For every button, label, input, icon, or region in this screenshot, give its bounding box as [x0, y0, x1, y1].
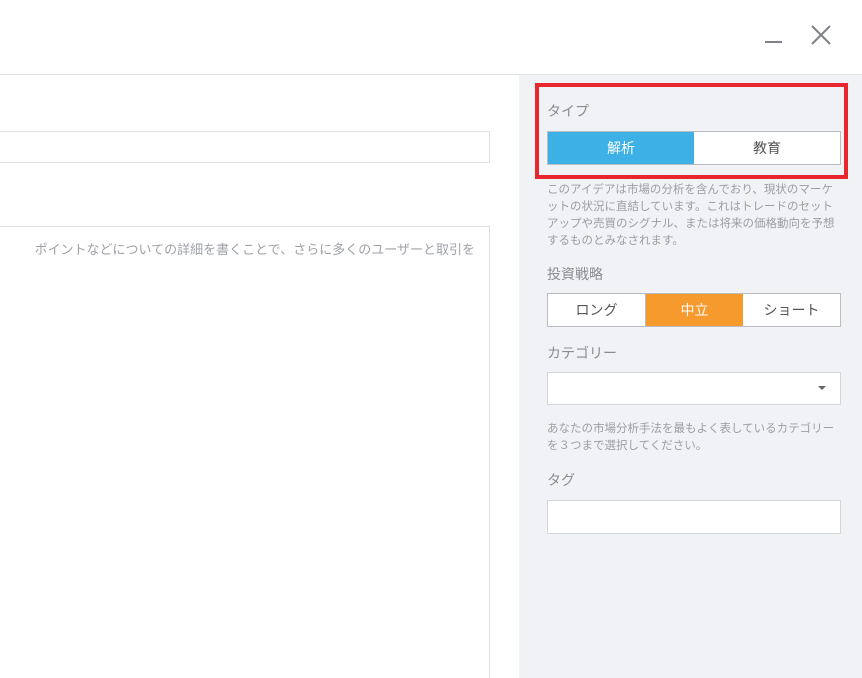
tags-label: タグ: [547, 473, 575, 489]
strategy-option-neutral[interactable]: 中立: [645, 294, 743, 326]
type-description: このアイデアは市場の分析を含んでおり、現状のマーケットの状況に直結しています。こ…: [547, 182, 835, 247]
idea-editor-window: ポイントなどについての詳細を書くことで、さらに多くのユーザーと取引を タイプ 解…: [0, 0, 862, 678]
settings-sidebar: タイプ 解析 教育 このアイデアは市場の分析を含んでおり、現状のマーケットの状況…: [519, 75, 862, 678]
strategy-option-short[interactable]: ショート: [743, 294, 840, 326]
minimize-icon[interactable]: [760, 22, 786, 48]
tags-input[interactable]: [547, 500, 841, 534]
idea-title-input[interactable]: [0, 131, 490, 163]
idea-description-textarea[interactable]: ポイントなどについての詳細を書くことで、さらに多くのユーザーと取引を: [0, 226, 490, 678]
category-select[interactable]: [547, 372, 841, 405]
type-option-analysis[interactable]: 解析: [548, 132, 694, 164]
description-placeholder: ポイントなどについての詳細を書くことで、さらに多くのユーザーと取引を: [34, 243, 475, 258]
type-option-education[interactable]: 教育: [694, 132, 840, 164]
strategy-option-long[interactable]: ロング: [548, 294, 645, 326]
category-label: カテゴリー: [547, 346, 617, 362]
strategy-toggle: ロング 中立 ショート: [547, 293, 841, 327]
type-toggle: 解析 教育: [547, 131, 841, 165]
strategy-label: 投資戦略: [547, 267, 603, 283]
category-help: あなたの市場分析手法を最もよく表しているカテゴリーを３つまで選択してください。: [547, 421, 835, 452]
close-icon[interactable]: [806, 20, 836, 50]
chevron-down-icon: [818, 386, 826, 390]
main-editor: ポイントなどについての詳細を書くことで、さらに多くのユーザーと取引を: [0, 75, 519, 678]
title-bar: [0, 0, 862, 75]
type-label: タイプ: [547, 104, 589, 120]
